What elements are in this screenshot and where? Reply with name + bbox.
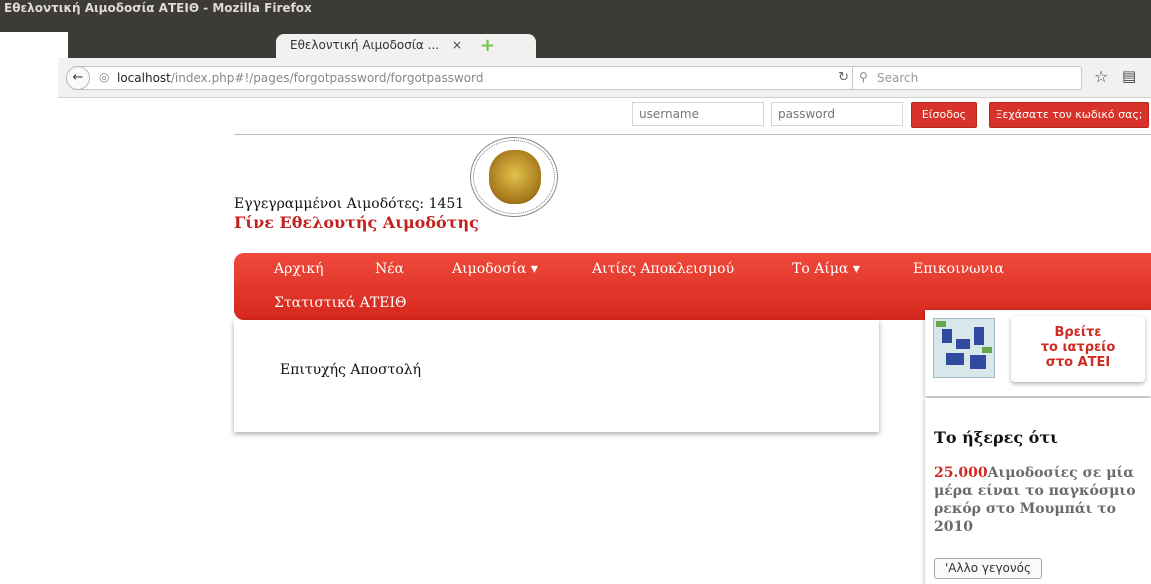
tab-label: Εθελοντική Αιμοδοσία ... <box>290 38 440 52</box>
url-host: localhost <box>117 71 171 85</box>
map-building <box>956 339 970 349</box>
map-green <box>982 347 992 353</box>
find-clinic-banner[interactable]: Βρείτε το ιατρείο στο ΑΤΕΙ <box>925 310 1151 396</box>
campus-map-image <box>933 318 995 378</box>
nav-item-blood[interactable]: Το Αίμα ▾ <box>792 261 860 277</box>
fact-number: 25.000 <box>934 465 988 481</box>
header-divider <box>234 134 1151 135</box>
browser-tab[interactable]: Εθελοντική Αιμοδοσία ... × <box>276 34 536 58</box>
find-clinic-label[interactable]: Βρείτε το ιατρείο στο ΑΤΕΙ <box>1011 316 1145 382</box>
map-building <box>974 327 984 345</box>
logo-emblem <box>489 150 541 204</box>
reload-icon[interactable]: ↻ <box>838 70 849 85</box>
window-titlebar: Εθελοντική Αιμοδοσία ΑΤΕΙΘ - Mozilla Fir… <box>0 0 1151 16</box>
forgot-password-button[interactable]: Ξεχάσατε τον κωδικό σας; <box>989 102 1149 128</box>
another-fact-button[interactable]: 'Αλλο γεγονός <box>934 558 1042 579</box>
nav-item-news[interactable]: Νέα <box>375 261 404 277</box>
url-path: /index.php#!/pages/forgotpassword/forgot… <box>170 71 484 85</box>
login-button[interactable]: Είσοδος <box>911 102 977 128</box>
bookmark-star-icon[interactable]: ☆ <box>1094 67 1108 86</box>
nav-item-contact[interactable]: Επικοινωνια <box>913 261 1004 277</box>
back-button[interactable]: ← <box>66 66 90 90</box>
become-donor-link[interactable]: Γίνε Εθελουτής Αιμοδότης <box>234 213 479 232</box>
close-icon[interactable]: × <box>452 38 462 52</box>
search-placeholder: Search <box>877 71 919 85</box>
new-tab-icon[interactable]: + <box>480 37 495 55</box>
fact-text: 25.000Αιμοδοσίες σε μία μέρα είναι το πα… <box>934 464 1139 536</box>
map-building <box>942 329 952 343</box>
url-bar[interactable]: ◎ localhost/index.php#!/pages/forgotpass… <box>72 66 856 90</box>
university-logo <box>470 137 558 217</box>
find-clinic-line1: Βρείτε <box>1054 325 1102 340</box>
back-arrow-icon: ← <box>72 70 84 85</box>
registered-donors-count: Εγγεγραμμένοι Αιμοδότες: 1451 <box>234 196 465 212</box>
reading-list-icon[interactable]: ▤ <box>1122 67 1136 85</box>
find-clinic-line2: το ιατρείο <box>1040 340 1116 355</box>
nav-item-home[interactable]: Αρχική <box>274 261 323 277</box>
did-you-know-title: Το ήξερες ότι <box>934 428 1058 447</box>
did-you-know-panel: Το ήξερες ότι 25.000Αιμοδοσίες σε μία μέ… <box>925 398 1151 584</box>
nav-item-stats[interactable]: Στατιστικά ΑΤΕΙΘ <box>274 295 406 311</box>
globe-icon: ◎ <box>99 70 110 84</box>
nav-item-donation[interactable]: Αιμοδοσία ▾ <box>452 261 538 277</box>
url-text[interactable]: localhost/index.php#!/pages/forgotpasswo… <box>117 71 483 85</box>
content-panel: Επιτυχής Αποστολή <box>234 320 879 432</box>
search-bar[interactable]: ⚲ Search <box>852 66 1082 90</box>
success-message: Επιτυχής Αποστολή <box>280 362 422 378</box>
tab-strip: Εθελοντική Αιμοδοσία ... × + <box>68 16 1151 58</box>
username-input[interactable] <box>632 102 764 126</box>
nav-item-exclusions[interactable]: Αιτίες Αποκλεισμού <box>592 261 734 277</box>
search-icon: ⚲ <box>859 70 868 84</box>
password-input[interactable] <box>771 102 903 126</box>
map-building <box>946 353 964 365</box>
map-green <box>936 321 946 327</box>
navigation-bar: ◎ localhost/index.php#!/pages/forgotpass… <box>58 58 1151 98</box>
map-building <box>970 355 986 369</box>
window-title: Εθελοντική Αιμοδοσία ΑΤΕΙΘ - Mozilla Fir… <box>4 1 312 15</box>
find-clinic-line3: στο ΑΤΕΙ <box>1045 355 1111 370</box>
